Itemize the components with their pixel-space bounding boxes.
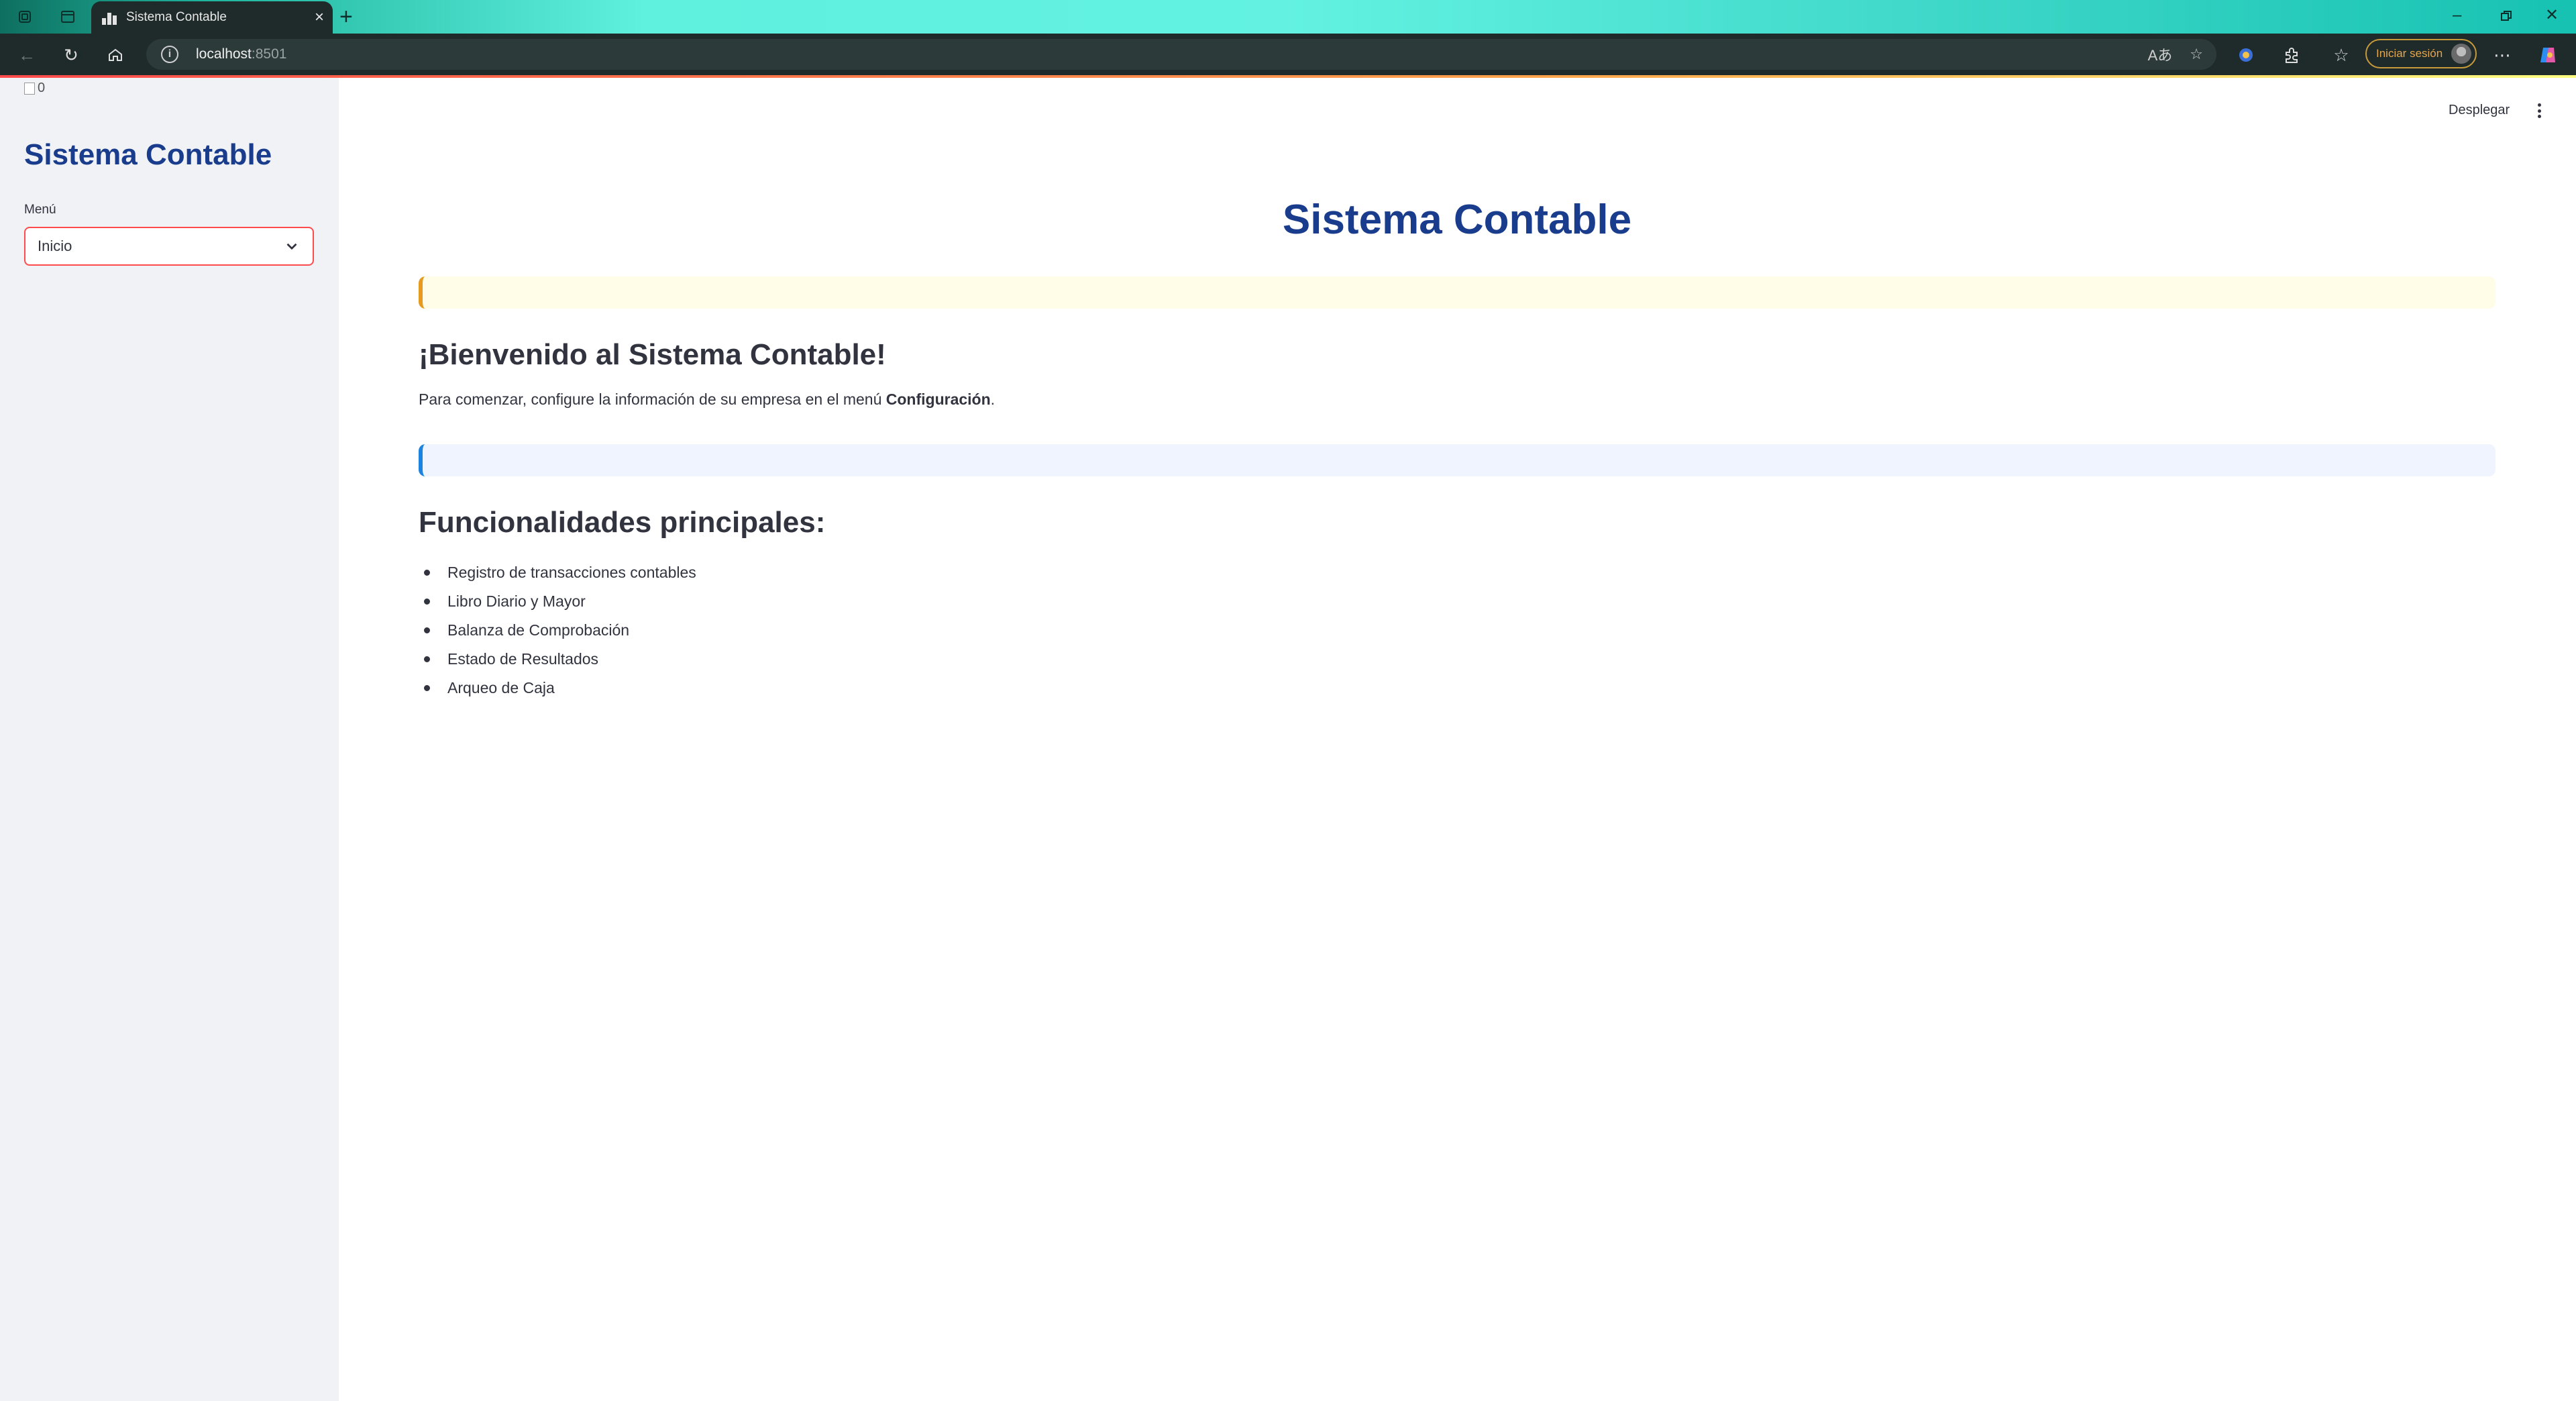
workspaces-icon[interactable] bbox=[15, 7, 35, 27]
more-options-icon[interactable]: ⋯ bbox=[2490, 43, 2514, 67]
url-port: :8501 bbox=[251, 46, 287, 62]
config-link-text: Configuración bbox=[885, 391, 991, 408]
translate-icon[interactable]: Aあ bbox=[2148, 44, 2173, 65]
list-item: Libro Diario y Mayor bbox=[419, 587, 696, 616]
tab-sistema-contable[interactable]: Sistema Contable × bbox=[91, 1, 333, 34]
tab-actions-icon[interactable] bbox=[58, 7, 78, 27]
extensions-icon[interactable] bbox=[2279, 43, 2304, 67]
address-bar[interactable]: i localhost:8501 Aあ ☆ bbox=[146, 39, 2216, 70]
minimize-icon[interactable]: – bbox=[2453, 5, 2461, 25]
new-tab-icon[interactable]: + bbox=[339, 5, 353, 28]
list-item: Arqueo de Caja bbox=[419, 674, 696, 703]
sidebar-logo-image: 0 bbox=[24, 81, 45, 96]
menu-label: Menú bbox=[24, 203, 56, 217]
signin-button[interactable]: Iniciar sesión bbox=[2365, 39, 2477, 68]
list-item: Balanza de Comprobación bbox=[419, 616, 696, 645]
broken-image-icon bbox=[24, 82, 35, 95]
home-icon[interactable] bbox=[103, 43, 127, 67]
info-alert bbox=[419, 444, 2496, 476]
list-item: Estado de Resultados bbox=[419, 645, 696, 674]
streamlit-favicon-icon bbox=[102, 10, 117, 25]
sidebar-title: Sistema Contable bbox=[24, 138, 272, 171]
menu-select[interactable]: Inicio bbox=[24, 227, 314, 266]
main-menu-icon[interactable] bbox=[2531, 101, 2547, 121]
features-list: Registro de transacciones contables Libr… bbox=[419, 558, 696, 703]
tab-title: Sistema Contable bbox=[126, 10, 227, 24]
browser-toolbar: ← ↻ i localhost:8501 Aあ ☆ ☆ Iniciar sesi… bbox=[0, 34, 2576, 75]
url-host: localhost bbox=[196, 46, 252, 62]
signin-label: Iniciar sesión bbox=[2376, 47, 2443, 60]
site-info-icon[interactable]: i bbox=[161, 46, 178, 63]
browser-essentials-icon[interactable] bbox=[2234, 43, 2258, 67]
list-item: Registro de transacciones contables bbox=[419, 558, 696, 587]
close-window-icon[interactable]: ✕ bbox=[2545, 5, 2559, 25]
profile-avatar bbox=[2451, 44, 2471, 64]
back-icon[interactable]: ← bbox=[15, 43, 39, 67]
page-title: Sistema Contable bbox=[1282, 197, 1632, 243]
warning-alert bbox=[419, 276, 2496, 309]
features-heading: Funcionalidades principales: bbox=[419, 506, 826, 539]
deploy-button[interactable]: Desplegar bbox=[2449, 103, 2510, 118]
menu-selected-value: Inicio bbox=[38, 238, 72, 254]
intro-paragraph: Para comenzar, configure la información … bbox=[419, 391, 996, 408]
chevron-down-icon bbox=[286, 243, 297, 250]
restore-icon[interactable] bbox=[2500, 5, 2513, 28]
welcome-heading: ¡Bienvenido al Sistema Contable! bbox=[419, 338, 886, 371]
reload-icon[interactable]: ↻ bbox=[59, 43, 83, 67]
favorite-star-icon[interactable]: ☆ bbox=[2190, 46, 2203, 63]
copilot-icon[interactable] bbox=[2536, 43, 2560, 67]
favorites-icon[interactable]: ☆ bbox=[2329, 43, 2353, 67]
close-tab-icon[interactable]: × bbox=[306, 8, 333, 27]
browser-tab-bar: Sistema Contable × + – ✕ bbox=[0, 0, 2576, 34]
logo-alt-text: 0 bbox=[38, 81, 46, 95]
sidebar bbox=[0, 78, 339, 1401]
